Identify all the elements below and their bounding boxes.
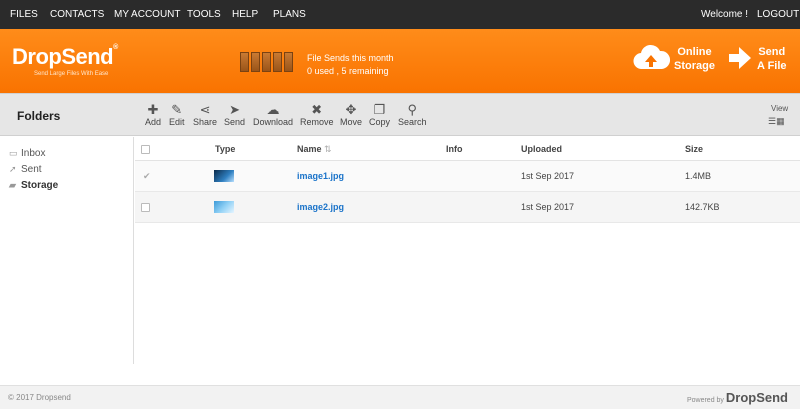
view-toggle[interactable]: ☰▦: [768, 116, 785, 127]
remove-icon: ✖: [311, 102, 323, 117]
sidebar-item-storage[interactable]: ▰ Storage: [9, 180, 58, 191]
copy-button[interactable]: ❐ Copy: [369, 102, 390, 127]
online-storage-link[interactable]: Online Storage: [674, 45, 715, 73]
checked-icon[interactable]: ✔: [143, 171, 151, 182]
col-type[interactable]: Type: [215, 144, 235, 154]
col-name[interactable]: Name ⇅: [297, 144, 332, 155]
plus-icon: ✚: [147, 102, 159, 117]
cloud-upload-icon[interactable]: [632, 43, 670, 73]
copyright-text: © 2017 Dropsend: [8, 393, 71, 402]
select-all-checkbox[interactable]: [141, 145, 150, 154]
file-name-link[interactable]: image1.jpg: [297, 171, 344, 181]
nav-files[interactable]: FILES: [10, 9, 38, 20]
file-table-header: Type Name ⇅ Info Uploaded Size: [135, 137, 800, 161]
file-name-link[interactable]: image2.jpg: [297, 202, 344, 212]
sends-meter: [240, 52, 293, 72]
sort-icon[interactable]: ⇅: [324, 144, 332, 154]
dropsend-logo[interactable]: DropSend®: [12, 44, 118, 70]
file-size: 1.4MB: [685, 171, 712, 181]
cloud-download-icon: ☁: [266, 102, 280, 117]
welcome-text: Welcome !: [701, 9, 749, 20]
row-checkbox[interactable]: [141, 203, 150, 212]
sent-icon: ➚: [9, 164, 17, 174]
send-a-file-link[interactable]: Send A File: [757, 45, 787, 73]
nav-contacts[interactable]: CONTACTS: [50, 9, 104, 20]
arrow-right-icon[interactable]: [727, 44, 753, 72]
image-thumbnail: [214, 170, 234, 182]
dropsend-footer-logo: DropSend: [725, 390, 788, 405]
header-banner: DropSend® Send Large Files With Ease Fil…: [0, 29, 800, 93]
nav-tools[interactable]: TOOLS: [187, 9, 221, 20]
send-button[interactable]: ➤ Send: [224, 102, 245, 127]
file-size: 142.7KB: [685, 202, 720, 212]
paper-plane-icon: ➤: [229, 102, 240, 117]
nav-help[interactable]: HELP: [232, 9, 258, 20]
top-nav-bar: FILES CONTACTS MY ACCOUNT TOOLS HELP PLA…: [0, 0, 800, 29]
add-button[interactable]: ✚ Add: [145, 102, 161, 127]
toolbar: Folders ✚ Add ✎ Edit ⋖ Share ➤ Send ☁ Downloa…: [0, 93, 800, 136]
remove-button[interactable]: ✖ Remove: [300, 102, 334, 127]
edit-button[interactable]: ✎ Edit: [169, 102, 185, 127]
table-row[interactable]: image2.jpg 1st Sep 2017 142.7KB: [135, 192, 800, 223]
share-button[interactable]: ⋖ Share: [193, 102, 217, 127]
move-button[interactable]: ✥ Move: [340, 102, 362, 127]
folder-icon: ▰: [9, 180, 16, 190]
file-uploaded-date: 1st Sep 2017: [521, 202, 575, 212]
folders-title: Folders: [17, 109, 61, 123]
nav-plans[interactable]: PLANS: [273, 9, 306, 20]
nav-my-account[interactable]: MY ACCOUNT: [114, 9, 181, 20]
sends-remaining: 0 used , 5 remaining: [307, 66, 389, 76]
file-uploaded-date: 1st Sep 2017: [521, 171, 575, 181]
sidebar-item-inbox[interactable]: ▭ Inbox: [9, 148, 45, 159]
download-button[interactable]: ☁ Download: [253, 102, 293, 127]
copy-icon: ❐: [373, 102, 386, 117]
list-view-icon[interactable]: ☰: [768, 116, 776, 126]
sends-title: File Sends this month: [307, 53, 394, 63]
table-row[interactable]: ✔ image1.jpg 1st Sep 2017 1.4MB: [135, 161, 800, 192]
col-info[interactable]: Info: [446, 144, 463, 154]
share-icon: ⋖: [199, 102, 211, 117]
sends-status: File Sends this month 0 used , 5 remaini…: [307, 52, 394, 78]
footer: © 2017 Dropsend Powered by DropSend: [0, 385, 800, 409]
move-icon: ✥: [345, 102, 357, 117]
logout-link[interactable]: LOGOUT: [757, 9, 799, 20]
search-button[interactable]: ⚲ Search: [398, 102, 427, 127]
logo-tagline: Send Large Files With Ease: [34, 71, 109, 77]
powered-by[interactable]: Powered by DropSend: [687, 390, 788, 405]
image-thumbnail: [214, 201, 234, 213]
col-uploaded[interactable]: Uploaded: [521, 144, 562, 154]
view-label: View: [771, 104, 789, 113]
col-size[interactable]: Size: [685, 144, 703, 154]
sidebar-item-sent[interactable]: ➚ Sent: [9, 164, 42, 175]
grid-view-icon[interactable]: ▦: [776, 116, 785, 126]
pencil-icon: ✎: [171, 102, 183, 117]
folder-sidebar: ▭ Inbox ➚ Sent ▰ Storage: [0, 137, 134, 364]
inbox-icon: ▭: [9, 148, 18, 158]
search-icon: ⚲: [407, 102, 418, 117]
